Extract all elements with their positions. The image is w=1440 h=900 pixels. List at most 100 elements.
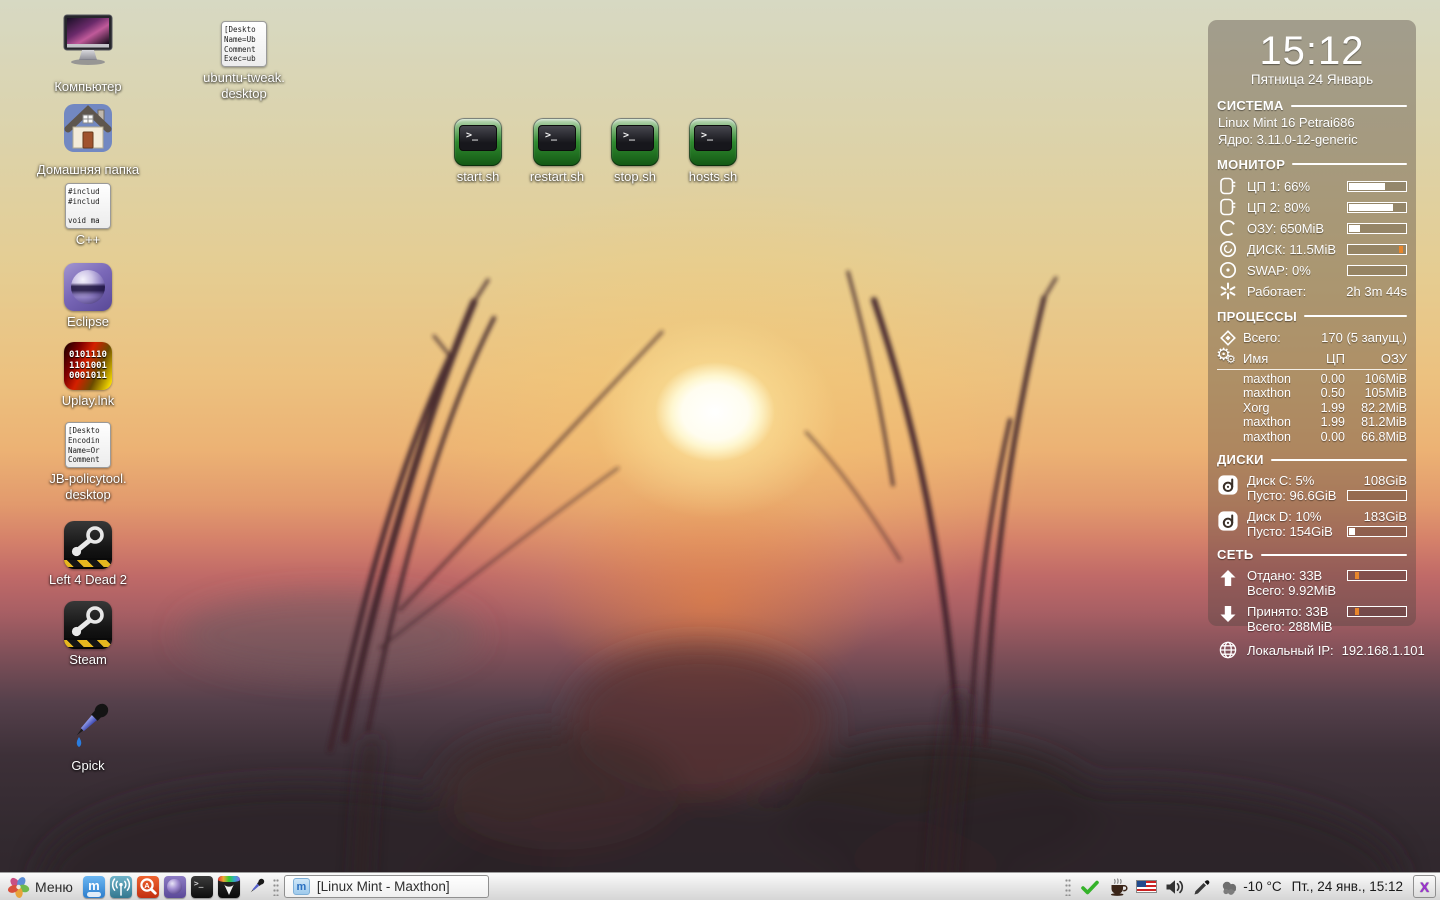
desktop-icon-hosts-sh[interactable]: >_ hosts.sh (658, 118, 768, 185)
cpu-icon (1217, 197, 1239, 217)
steam-game-icon (64, 521, 112, 569)
desktop-icon-uplay[interactable]: 0101110 1101001 0001011 Uplay.lnk (33, 342, 143, 409)
window-list-button[interactable]: m [Linux Mint - Maxthon] (283, 875, 489, 898)
conky-clock: 15:12 (1259, 29, 1365, 73)
section-header-system: СИСТЕМА (1217, 98, 1407, 113)
conky-date: Пятница 24 Январь (1250, 72, 1374, 87)
desktop-icon-steam[interactable]: Steam (33, 601, 143, 668)
coffee-cup-icon[interactable] (1107, 876, 1129, 898)
eyedropper-small-icon (250, 878, 265, 892)
tray-separator[interactable] (1065, 877, 1072, 896)
update-manager-icon[interactable] (1079, 876, 1101, 898)
desktop-icon-cpp[interactable]: #includ #includ void ma C++ (33, 183, 143, 248)
launcher-eclipse[interactable] (163, 875, 187, 899)
arrow-down-icon (1217, 604, 1239, 624)
desktop-icon-label: ubuntu-tweak. desktop (203, 70, 285, 102)
text-file-icon: [Deskto Encodin Name=Or Comment (65, 422, 111, 468)
desktop-root: Компьютер [Deskto Name=Ub Comment Exec=u… (0, 0, 1440, 900)
eclipse-icon (64, 263, 112, 311)
cloud-icon (1222, 881, 1237, 895)
disk-d-item: Диск D: 10% 183GiB Пусто: 154GiB (1217, 509, 1407, 539)
arrow-up-icon (1217, 568, 1239, 588)
process-row: maxthon 1.99 81.2MiB (1243, 415, 1407, 430)
swap-icon (1217, 260, 1239, 280)
taskbar: Меню m A >_ m [Linux Mint - Maxthon] -10… (0, 872, 1440, 900)
maxthon-window-icon: m (292, 878, 310, 895)
monitor-row-uptime: Работает: 2h 3m 44s (1217, 281, 1407, 302)
weather-applet[interactable]: -10 °C (1219, 878, 1282, 896)
desktop-icon-label: Домашняя папка (36, 162, 140, 177)
process-row: maxthon 0.50 105MiB (1243, 386, 1407, 401)
text-file-icon: #includ #includ void ma (65, 183, 111, 229)
menu-label: Меню (35, 878, 73, 895)
launcher-search-app[interactable]: A (136, 875, 160, 899)
process-total-row: Всего: 170 (5 запущ.) (1217, 327, 1407, 349)
terminal-script-icon: >_ (689, 118, 737, 166)
uplay-icon: 0101110 1101001 0001011 (64, 342, 112, 390)
menu-button[interactable]: Меню (4, 874, 79, 900)
volume-icon[interactable] (1163, 876, 1185, 898)
disk-c-item: Диск C: 5% 108GiB Пусто: 96.6GiB (1217, 473, 1407, 503)
section-header-processes: ПРОЦЕССЫ (1217, 309, 1407, 324)
launcher-gpick[interactable] (244, 875, 268, 899)
home-folder-icon (62, 102, 114, 159)
launcher-terminal[interactable]: >_ (190, 875, 214, 899)
monitor-row-ram: ОЗУ: 650MiB (1217, 218, 1407, 239)
desktop-icon-computer[interactable]: Компьютер (33, 13, 143, 95)
desktop-icon-label: Steam (69, 652, 107, 667)
eyedropper-icon (62, 698, 114, 755)
temperature-text: -10 °C (1243, 879, 1282, 894)
x-applet-button[interactable]: X (1413, 875, 1436, 898)
uptime-icon (1217, 281, 1239, 301)
system-tray: -10 °C Пт., 24 янв., 15:12 X (1063, 875, 1436, 898)
launcher-wifi-analyzer[interactable] (109, 875, 133, 899)
mint-logo-icon (8, 877, 30, 898)
desktop-icon-label: restart.sh (529, 169, 585, 184)
svg-text:A: A (144, 881, 150, 890)
desktop-icon-label: stop.sh (614, 169, 656, 184)
wifi-signal-icon (109, 875, 132, 898)
section-header-monitor: МОНИТОР (1217, 157, 1407, 172)
desktop-icon-gpick[interactable]: Gpick (33, 698, 143, 774)
terminal-icon: >_ (190, 875, 213, 898)
cpu-icon (1217, 176, 1239, 196)
terminal-script-icon: >_ (454, 118, 502, 166)
gears-icon: ⚙ ⚙ (1216, 344, 1236, 366)
globe-icon (1217, 640, 1239, 660)
desktop-icon-eclipse[interactable]: Eclipse (33, 263, 143, 330)
window-title: [Linux Mint - Maxthon] (316, 879, 450, 894)
desktop-icon-label: start.sh (456, 169, 500, 184)
keyboard-layout-flag-icon[interactable] (1135, 876, 1157, 898)
system-os: Linux Mint 16 Petrai686 (1218, 115, 1355, 130)
steam-icon (64, 601, 112, 649)
computer-icon (58, 13, 118, 76)
stylus-pen-icon[interactable] (1191, 876, 1213, 898)
disk-icon (1217, 239, 1239, 259)
panel-clock[interactable]: Пт., 24 янв., 15:12 (1292, 879, 1403, 894)
process-row: maxthon 0.00 66.8MiB (1243, 429, 1407, 444)
desktop-icon-label: hosts.sh (688, 169, 738, 184)
desktop-icon-left4dead2[interactable]: Left 4 Dead 2 (33, 521, 143, 588)
desktop-icon-label: Uplay.lnk (61, 393, 115, 408)
monitor-row-swap: SWAP: 0% (1217, 260, 1407, 281)
desktop-icon-label: JB-policytool. desktop (49, 471, 127, 503)
launcher-steam-dark[interactable] (217, 875, 241, 899)
network-up-item: Отдано: 33B Всего: 9.92MiB (1217, 568, 1407, 598)
desktop-icon-label: Left 4 Dead 2 (48, 572, 128, 587)
terminal-script-icon: >_ (533, 118, 581, 166)
disk-drive-icon (1217, 473, 1239, 497)
terminal-script-icon: >_ (611, 118, 659, 166)
disk-drive-icon (1217, 509, 1239, 533)
desktop-icon-ubuntu-tweak[interactable]: [Deskto Name=Ub Comment Exec=ub ubuntu-t… (189, 21, 299, 103)
desktop-icon-home[interactable]: Домашняя папка (33, 102, 143, 178)
process-table-header: ⚙ ⚙ Имя ЦП ОЗУ (1216, 344, 1407, 370)
desktop-icon-jb-policytool[interactable]: [Deskto Encodin Name=Or Comment JB-polic… (33, 422, 143, 504)
network-down-item: Принято: 33B Всего: 288MiB (1217, 604, 1407, 634)
process-row: maxthon 0.00 106MiB (1243, 371, 1407, 386)
local-ip-row: Локальный IP: 192.168.1.101 (1217, 640, 1425, 660)
ram-icon (1217, 218, 1239, 238)
launcher-maxthon[interactable]: m (82, 875, 106, 899)
panel-separator[interactable] (272, 877, 279, 896)
system-kernel: Ядро: 3.11.0-12-generic (1218, 132, 1358, 148)
section-header-disks: ДИСКИ (1217, 452, 1407, 467)
